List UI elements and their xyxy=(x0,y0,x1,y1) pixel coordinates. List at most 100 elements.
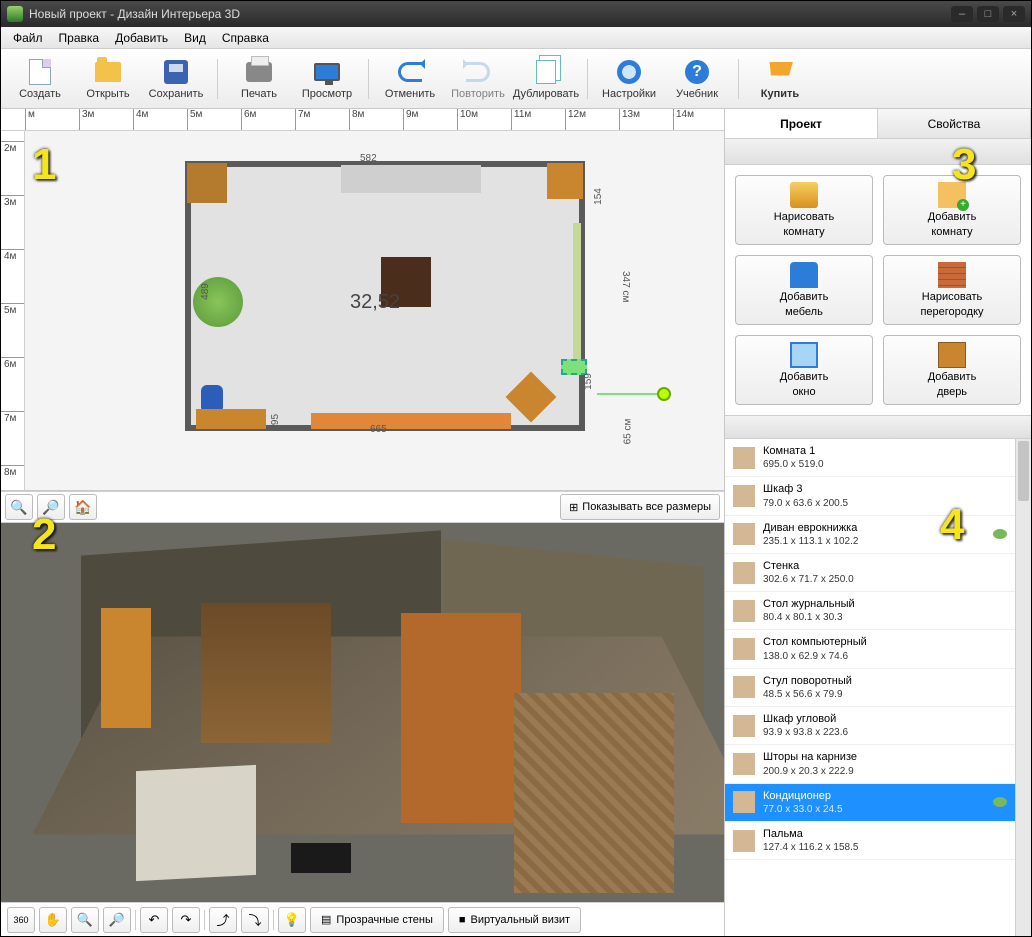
tilt-down-icon: ⤵ xyxy=(248,910,261,929)
object-icon xyxy=(733,791,755,813)
list-item[interactable]: Стул поворотный48.5 x 56.6 x 79.9 xyxy=(725,669,1015,707)
table-3d xyxy=(291,843,351,873)
tab-properties[interactable]: Свойства xyxy=(878,109,1031,138)
furn-item[interactable] xyxy=(506,372,557,423)
list-item[interactable]: Стол журнальный80.4 x 80.1 x 30.3 xyxy=(725,592,1015,630)
ruler-tick: 6м xyxy=(1,357,24,370)
pan-button[interactable]: ✋ xyxy=(39,907,67,933)
light-button[interactable]: 💡 xyxy=(278,907,306,933)
view3d-toolbar: 360 ✋ 🔍 🔎 ↶ ↷ ⤴ ⤵ 💡 ▤ Прозрачные стены xyxy=(1,902,724,936)
menu-file[interactable]: Файл xyxy=(5,29,51,47)
help-icon: ? xyxy=(685,60,709,84)
furn-wardrobe[interactable] xyxy=(187,163,227,203)
objects-header xyxy=(725,415,1031,439)
visibility-icon[interactable] xyxy=(993,529,1007,539)
rotate-360-button[interactable]: 360 xyxy=(7,907,35,933)
object-name: Пальма xyxy=(763,827,1007,841)
zoom-in-icon: 🔎 xyxy=(109,912,125,928)
duplicate-button[interactable]: Дублировать xyxy=(515,52,577,106)
plan-2d-view[interactable]: 2м 3м 4м 5м 6м 7м 8м xyxy=(1,131,724,491)
toolbar: Создать Открыть Сохранить Печать Просмот… xyxy=(1,49,1031,109)
virtual-visit-label: Виртуальный визит xyxy=(471,914,571,926)
create-button[interactable]: Создать xyxy=(9,52,71,106)
furn-curtain[interactable] xyxy=(573,223,581,373)
separator xyxy=(273,910,274,930)
ruler-tick: м xyxy=(25,109,35,130)
view-3d[interactable]: 360 ✋ 🔍 🔎 ↶ ↷ ⤴ ⤵ 💡 ▤ Прозрачные стены xyxy=(1,523,724,936)
draw-room-button[interactable]: Нарисовать комнату xyxy=(735,175,873,245)
create-label: Создать xyxy=(19,88,61,100)
right-tabs: Проект Свойства xyxy=(725,109,1031,139)
draw-partition-button[interactable]: Нарисовать перегородку xyxy=(883,255,1021,325)
buy-button[interactable]: Купить xyxy=(749,52,811,106)
dim-bottom: 665 xyxy=(370,424,387,435)
bricks-icon xyxy=(938,262,966,288)
redo-button[interactable]: Повторить xyxy=(447,52,509,106)
furn-corner-wardrobe[interactable] xyxy=(547,163,583,199)
visibility-icon[interactable] xyxy=(993,797,1007,807)
window-icon xyxy=(790,342,818,368)
scrollbar[interactable] xyxy=(1015,439,1031,936)
rotate-left-button[interactable]: ↶ xyxy=(140,907,168,933)
furn-wall-unit[interactable] xyxy=(311,413,511,429)
menu-help[interactable]: Справка xyxy=(214,29,277,47)
tab-project[interactable]: Проект xyxy=(725,109,878,138)
rotate-right-button[interactable]: ↷ xyxy=(172,907,200,933)
scrollbar-thumb[interactable] xyxy=(1018,441,1029,501)
list-item[interactable]: Пальма127.4 x 116.2 x 158.5 xyxy=(725,822,1015,860)
rotate-icon: 360 xyxy=(13,915,28,925)
list-item[interactable]: Комната 1695.0 x 519.0 xyxy=(725,439,1015,477)
transparent-walls-button[interactable]: ▤ Прозрачные стены xyxy=(310,907,444,933)
window-title: Новый проект - Дизайн Интерьера 3D xyxy=(29,7,240,21)
action-label: перегородку xyxy=(920,306,983,318)
add-window-button[interactable]: Добавить окно xyxy=(735,335,873,405)
hand-icon: ✋ xyxy=(45,912,61,928)
ruler-tick: 2м xyxy=(1,141,24,154)
close-button[interactable]: × xyxy=(1003,6,1025,22)
show-all-dims-button[interactable]: ⊞ Показывать все размеры xyxy=(560,494,720,520)
action-label: Добавить xyxy=(928,211,977,223)
menu-view[interactable]: Вид xyxy=(176,29,214,47)
settings-label: Настройки xyxy=(602,88,656,100)
tilt-down-button[interactable]: ⤵ xyxy=(241,907,269,933)
object-name: Шторы на карнизе xyxy=(763,750,1007,764)
list-item[interactable]: Шторы на карнизе200.9 x 20.3 x 222.9 xyxy=(725,745,1015,783)
preview-button[interactable]: Просмотр xyxy=(296,52,358,106)
zoom-out-button[interactable]: 🔍 xyxy=(5,494,33,520)
menu-add[interactable]: Добавить xyxy=(107,29,176,47)
furn-desk[interactable] xyxy=(196,409,266,429)
ruler-tick: 3м xyxy=(1,195,24,208)
rotate-left-icon: ↶ xyxy=(149,912,160,928)
print-button[interactable]: Печать xyxy=(228,52,290,106)
list-item[interactable]: Стол компьютерный138.0 x 62.9 x 74.6 xyxy=(725,630,1015,668)
dim-154: 154 xyxy=(593,188,604,205)
ruler-tick: 12м xyxy=(565,109,586,130)
list-item[interactable]: Кондиционер77.0 x 33.0 x 24.5 xyxy=(725,784,1015,822)
list-item[interactable]: Шкаф угловой93.9 x 93.8 x 223.6 xyxy=(725,707,1015,745)
furn-sofa[interactable] xyxy=(341,165,481,193)
open-button[interactable]: Открыть xyxy=(77,52,139,106)
zoom-out-icon: 🔍 xyxy=(10,499,27,516)
ruler-tick: 7м xyxy=(1,411,24,424)
virtual-visit-button[interactable]: ■ Виртуальный визит xyxy=(448,907,581,933)
add-furniture-button[interactable]: Добавить мебель xyxy=(735,255,873,325)
menu-edit[interactable]: Правка xyxy=(51,29,108,47)
add-door-button[interactable]: Добавить дверь xyxy=(883,335,1021,405)
maximize-button[interactable]: □ xyxy=(977,6,999,22)
list-item[interactable]: Стенка302.6 x 71.7 x 250.0 xyxy=(725,554,1015,592)
zoom-out-3d-button[interactable]: 🔍 xyxy=(71,907,99,933)
minimize-button[interactable]: – xyxy=(951,6,973,22)
zoom-in-3d-button[interactable]: 🔎 xyxy=(103,907,131,933)
ruler-tick: 4м xyxy=(133,109,148,130)
undo-button[interactable]: Отменить xyxy=(379,52,441,106)
ruler-tick: 13м xyxy=(619,109,640,130)
action-label: дверь xyxy=(937,386,967,398)
rotation-handle[interactable] xyxy=(657,387,671,401)
save-button[interactable]: Сохранить xyxy=(145,52,207,106)
tilt-up-button[interactable]: ⤴ xyxy=(209,907,237,933)
settings-button[interactable]: Настройки xyxy=(598,52,660,106)
object-dimensions: 77.0 x 33.0 x 24.5 xyxy=(763,803,985,816)
bulb-icon: 💡 xyxy=(284,912,300,928)
tutorial-button[interactable]: ?Учебник xyxy=(666,52,728,106)
ruler-tick: 4м xyxy=(1,249,24,262)
